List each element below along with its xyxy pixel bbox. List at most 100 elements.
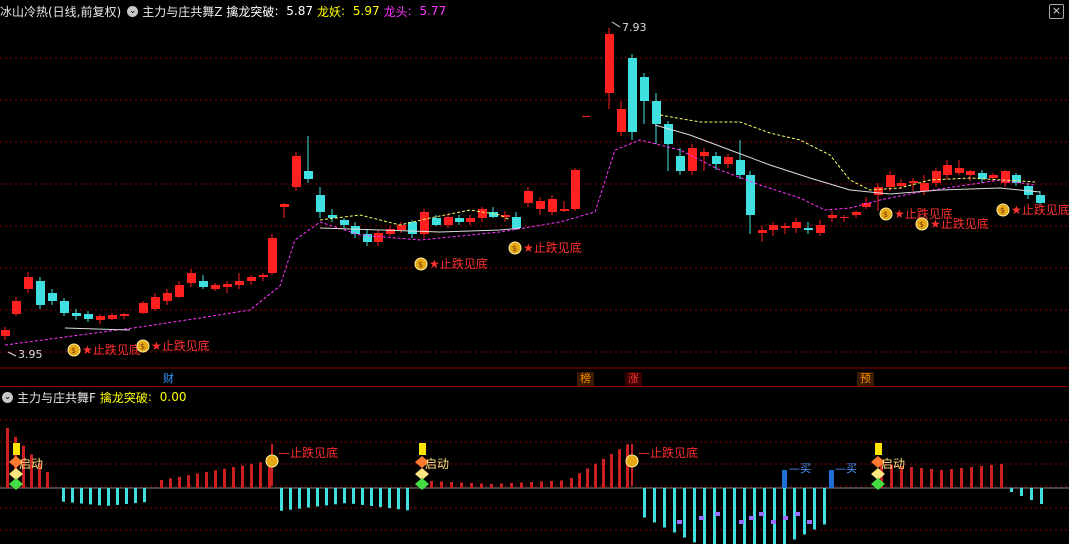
event-marker-finance-text: 财 bbox=[163, 372, 174, 385]
sub-signal-dot bbox=[807, 520, 812, 524]
histogram-bar-down bbox=[62, 488, 65, 502]
start-flag-icon bbox=[13, 443, 20, 455]
histogram-bar-up bbox=[1000, 464, 1003, 488]
histogram-bar-up bbox=[6, 428, 9, 488]
histogram-bar-down bbox=[1040, 488, 1043, 504]
signal-label: ★止跌见底 bbox=[1011, 202, 1069, 217]
event-marker-finance[interactable]: 财 bbox=[160, 372, 177, 386]
histogram-bar-up bbox=[500, 483, 503, 488]
histogram-bar-down bbox=[316, 488, 319, 507]
candle-body bbox=[724, 157, 733, 164]
candle-body bbox=[840, 217, 849, 218]
candle-body bbox=[420, 212, 429, 234]
start-flag-icon bbox=[419, 443, 426, 455]
start-label: 启动 bbox=[881, 457, 905, 471]
signal-label: ★止跌见底 bbox=[82, 342, 141, 357]
high-pointer bbox=[611, 21, 621, 28]
candle-body bbox=[828, 215, 837, 218]
histogram-bar-up bbox=[586, 468, 589, 488]
candle-body bbox=[36, 281, 45, 305]
candle-body bbox=[816, 225, 825, 233]
histogram-bar-down bbox=[397, 488, 400, 510]
candle-body bbox=[712, 156, 721, 164]
histogram-bar-down bbox=[663, 488, 666, 528]
histogram-bar-up bbox=[990, 465, 993, 488]
candle-body bbox=[512, 217, 521, 228]
histogram-bar-down bbox=[693, 488, 696, 543]
histogram-bar-down bbox=[683, 488, 686, 538]
histogram-bar-up bbox=[241, 465, 244, 488]
candle-body bbox=[223, 284, 232, 287]
histogram-bar-down bbox=[325, 488, 328, 506]
event-marker-rise[interactable]: 涨 bbox=[625, 372, 642, 386]
candle-body bbox=[235, 281, 244, 285]
sub-signal-dot bbox=[677, 520, 682, 524]
event-marker-forecast[interactable]: 预 bbox=[857, 372, 874, 386]
buy-bar bbox=[829, 470, 834, 488]
candle-body bbox=[781, 226, 790, 228]
sub-signal-dot bbox=[759, 512, 764, 516]
histogram-bar-up bbox=[205, 471, 208, 488]
candle-body bbox=[408, 222, 417, 234]
candle-body bbox=[664, 124, 673, 144]
candle-body bbox=[943, 165, 952, 175]
money-bag-symbol: $ bbox=[140, 342, 145, 351]
candle-body bbox=[758, 230, 767, 233]
histogram-bar-up bbox=[610, 454, 613, 488]
candle-body bbox=[571, 170, 580, 209]
sub-indicator-dropdown-icon[interactable]: ⌄ bbox=[2, 391, 13, 403]
histogram-bar-up bbox=[223, 468, 226, 488]
sub-indicator-name[interactable]: 主力与庄共舞F bbox=[17, 389, 96, 406]
money-bag-symbol: $ bbox=[883, 210, 888, 219]
sub-signal-label: —止跌见底 bbox=[638, 445, 698, 460]
candle-body bbox=[769, 225, 778, 230]
histogram-bar-down bbox=[388, 488, 391, 509]
histogram-bar-up bbox=[480, 483, 483, 488]
histogram-bar-down bbox=[1020, 488, 1023, 496]
histogram-bar-up bbox=[490, 484, 493, 488]
candle-body bbox=[676, 156, 685, 171]
high-price-label: 7.93 bbox=[622, 21, 647, 34]
candle-body bbox=[966, 171, 975, 175]
histogram-bar-up bbox=[450, 482, 453, 488]
candle-body bbox=[444, 217, 453, 225]
candle-body bbox=[292, 156, 301, 187]
event-marker-rise-text: 涨 bbox=[628, 372, 639, 385]
histogram-bar-down bbox=[289, 488, 292, 510]
histogram-bar-up bbox=[960, 468, 963, 488]
candle-body bbox=[478, 209, 487, 218]
candle-body bbox=[268, 238, 277, 273]
signal-label: ★止跌见底 bbox=[523, 240, 582, 255]
candle-body bbox=[84, 314, 93, 319]
candle-body bbox=[316, 195, 325, 212]
sub-value-1-label: 擒龙突破 bbox=[99, 390, 148, 405]
histogram-bar-down bbox=[352, 488, 355, 504]
histogram-bar-down bbox=[71, 488, 74, 503]
histogram-bar-down bbox=[298, 488, 301, 509]
histogram-bar-down bbox=[307, 488, 310, 508]
histogram-bar-down bbox=[813, 488, 816, 530]
histogram-bar-down bbox=[98, 488, 101, 506]
candle-body bbox=[1, 330, 10, 336]
buy-label: —买 bbox=[835, 462, 857, 475]
candle-body bbox=[640, 77, 649, 101]
histogram-bar-up bbox=[470, 483, 473, 488]
histogram-bar-down bbox=[361, 488, 364, 505]
histogram-bar-down bbox=[80, 488, 83, 504]
sub-signal-dot bbox=[749, 516, 754, 520]
histogram-bar-down bbox=[773, 488, 776, 544]
sub-chart-header: ⌄ 主力与庄共舞F 擒龙突破: 0.00 bbox=[2, 389, 187, 406]
histogram-bar-down bbox=[406, 488, 409, 511]
event-marker-list-text: 榜 bbox=[580, 372, 591, 385]
candle-body bbox=[804, 228, 813, 230]
histogram-bar-up bbox=[232, 467, 235, 488]
candle-body bbox=[560, 209, 569, 211]
money-bag-symbol: $ bbox=[919, 220, 924, 229]
low-pointer bbox=[7, 351, 17, 357]
money-bag-icon bbox=[265, 454, 279, 468]
histogram-bar-down bbox=[370, 488, 373, 506]
money-bag-symbol: $ bbox=[1000, 206, 1005, 215]
candle-body bbox=[989, 175, 998, 178]
event-marker-list[interactable]: 榜 bbox=[577, 372, 594, 386]
histogram-bar-up bbox=[540, 481, 543, 488]
